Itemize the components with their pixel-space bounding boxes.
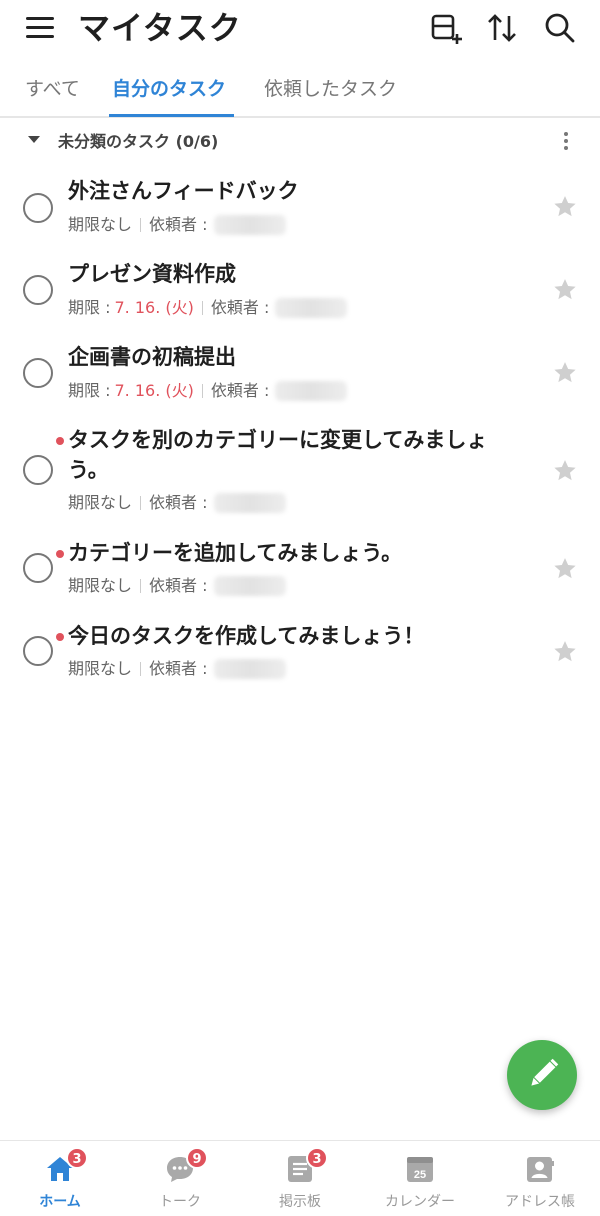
active-tab-indicator <box>109 114 234 117</box>
task-title: タスクを別のカテゴリーに変更してみましょう。 <box>68 428 488 482</box>
task-item[interactable]: 外注さんフィードバック 期限なし 依頼者 : <box>0 170 600 250</box>
task-meta: 期限 : 7. 16. (火) 依頼者 : <box>68 297 348 319</box>
add-category-icon <box>431 14 462 44</box>
nav-label: ホーム <box>39 1194 81 1210</box>
nav-home[interactable]: 3 ホーム <box>0 1141 120 1216</box>
search-icon <box>545 13 575 43</box>
meta-divider <box>140 662 142 676</box>
nav-talk[interactable]: 9 トーク <box>120 1141 240 1216</box>
due-label: 期限なし <box>68 493 133 512</box>
sort-icon <box>488 14 516 42</box>
meta-divider <box>140 218 142 232</box>
app-header: マイタスク <box>0 0 600 58</box>
task-complete-checkbox[interactable] <box>23 636 53 666</box>
due-label: 期限 : <box>68 381 111 400</box>
task-complete-checkbox[interactable] <box>23 553 53 583</box>
requester-name-blurred <box>213 659 286 679</box>
nav-calendar[interactable]: 25 カレンダー <box>360 1141 480 1216</box>
new-task-button[interactable] <box>507 1040 577 1110</box>
due-date: 7. 16. (火) <box>114 298 194 317</box>
star-icon[interactable] <box>552 277 578 303</box>
requester-name-blurred <box>275 298 348 318</box>
task-title: 今日のタスクを作成してみましょう！ <box>68 624 425 648</box>
more-options-icon[interactable] <box>556 130 576 156</box>
requester-label: 依頼者 : <box>149 493 208 512</box>
new-indicator-dot <box>56 633 64 641</box>
page-title: マイタスク <box>78 9 242 47</box>
task-meta: 期限なし 依頼者 : <box>68 575 286 597</box>
meta-divider <box>201 301 203 315</box>
sort-button[interactable] <box>484 10 520 46</box>
requester-label: 依頼者 : <box>149 576 208 595</box>
category-label: 未分類のタスク (0/6) <box>58 132 219 151</box>
task-title: プレゼン資料作成 <box>68 262 236 286</box>
collapse-toggle-icon[interactable] <box>28 136 40 143</box>
requester-label: 依頼者 : <box>149 215 208 234</box>
tab-my-tasks[interactable]: 自分のタスク <box>112 76 226 102</box>
task-complete-checkbox[interactable] <box>23 275 53 305</box>
nav-label: アドレス帳 <box>505 1194 575 1210</box>
due-date: 7. 16. (火) <box>114 381 194 400</box>
bottom-navigation: 3 ホーム 9 トーク 3 掲示板 25 カレンダー アドレス帳 <box>0 1140 600 1216</box>
menu-icon[interactable] <box>26 14 56 42</box>
requester-name-blurred <box>213 215 286 235</box>
meta-divider <box>140 579 142 593</box>
task-meta: 期限なし 依頼者 : <box>68 658 286 680</box>
task-meta: 期限なし 依頼者 : <box>68 214 286 236</box>
task-tabs: すべて 自分のタスク 依頼したタスク <box>0 58 600 118</box>
requester-name-blurred <box>213 576 286 596</box>
calendar-icon: 25 <box>407 1157 433 1182</box>
nav-address-book[interactable]: アドレス帳 <box>480 1141 600 1216</box>
star-icon[interactable] <box>552 458 578 484</box>
due-label: 期限なし <box>68 576 133 595</box>
star-icon[interactable] <box>552 639 578 665</box>
search-button[interactable] <box>542 10 578 46</box>
notification-badge: 3 <box>306 1147 328 1169</box>
nav-label: トーク <box>159 1194 201 1210</box>
due-label: 期限 : <box>68 298 111 317</box>
task-complete-checkbox[interactable] <box>23 358 53 388</box>
requester-label: 依頼者 : <box>210 381 270 400</box>
task-title: 外注さんフィードバック <box>68 179 299 203</box>
task-item[interactable]: タスクを別のカテゴリーに変更してみましょう。 期限なし 依頼者 : <box>0 419 600 529</box>
requester-name-blurred <box>275 381 348 401</box>
pencil-icon <box>531 1058 559 1086</box>
tab-requested-tasks[interactable]: 依頼したタスク <box>264 76 397 102</box>
due-label: 期限なし <box>68 215 133 234</box>
new-indicator-dot <box>56 550 64 558</box>
nav-label: 掲示板 <box>279 1194 321 1210</box>
task-item[interactable]: カテゴリーを追加してみましょう。 期限なし 依頼者 : <box>0 532 600 612</box>
meta-divider <box>201 384 203 398</box>
new-indicator-dot <box>56 437 64 445</box>
nav-label: カレンダー <box>385 1194 455 1210</box>
star-icon[interactable] <box>552 360 578 386</box>
task-item[interactable]: プレゼン資料作成 期限 : 7. 16. (火) 依頼者 : <box>0 253 600 333</box>
meta-divider <box>140 496 142 510</box>
task-item[interactable]: 企画書の初稿提出 期限 : 7. 16. (火) 依頼者 : <box>0 336 600 416</box>
task-title: 企画書の初稿提出 <box>68 345 236 369</box>
task-title: カテゴリーを追加してみましょう。 <box>68 541 403 565</box>
requester-label: 依頼者 : <box>210 298 270 317</box>
task-meta: 期限 : 7. 16. (火) 依頼者 : <box>68 380 348 402</box>
requester-name-blurred <box>213 493 286 513</box>
task-complete-checkbox[interactable] <box>23 455 53 485</box>
task-item[interactable]: 今日のタスクを作成してみましょう！ 期限なし 依頼者 : <box>0 615 600 695</box>
star-icon[interactable] <box>552 194 578 220</box>
calendar-day-number: 25 <box>414 1169 426 1181</box>
task-meta: 期限なし 依頼者 : <box>68 492 286 514</box>
notification-badge: 3 <box>66 1147 88 1169</box>
tab-all[interactable]: すべて <box>25 76 80 102</box>
task-complete-checkbox[interactable] <box>23 193 53 223</box>
nav-board[interactable]: 3 掲示板 <box>240 1141 360 1216</box>
add-category-button[interactable] <box>428 10 464 46</box>
star-icon[interactable] <box>552 556 578 582</box>
due-label: 期限なし <box>68 659 133 678</box>
notification-badge: 9 <box>186 1147 208 1169</box>
requester-label: 依頼者 : <box>149 659 208 678</box>
category-header: 未分類のタスク (0/6) <box>0 122 600 162</box>
address-book-icon <box>527 1157 554 1182</box>
